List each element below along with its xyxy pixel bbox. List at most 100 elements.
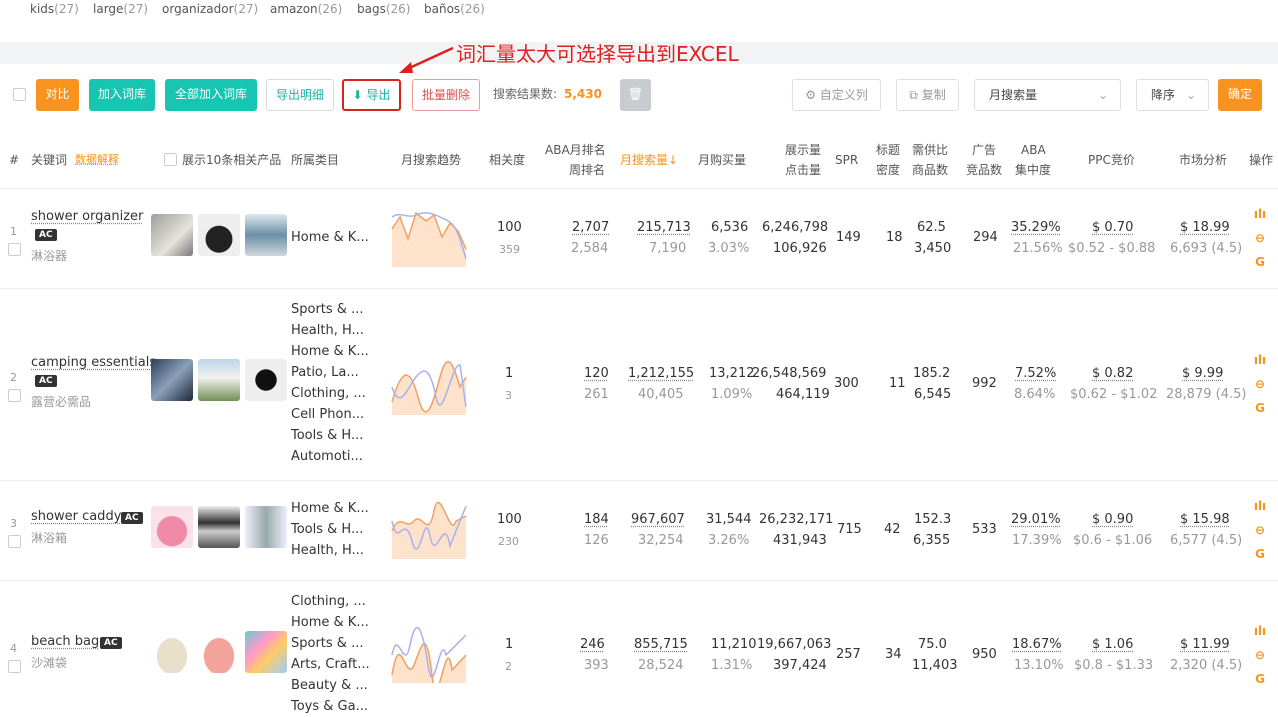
copy-button[interactable]: ⧉ 复制 xyxy=(896,79,959,111)
col-relevance[interactable]: 相关度 xyxy=(489,150,525,170)
google-icon[interactable]: G xyxy=(1253,547,1267,561)
trend-sparkline[interactable] xyxy=(390,625,468,683)
export-detail-button[interactable]: 导出明细 xyxy=(266,79,334,111)
select-all-checkbox[interactable] xyxy=(13,88,26,101)
sort-order-select[interactable]: 降序 ⌄ xyxy=(1136,79,1209,111)
col-title-density[interactable]: 标题 xyxy=(876,140,900,160)
col-supply-demand[interactable]: 需供比 xyxy=(912,140,948,160)
col-clicks[interactable]: 点击量 xyxy=(785,160,821,180)
keyword-link[interactable]: camping essentials xyxy=(31,355,156,370)
col-spr[interactable]: SPR xyxy=(835,150,858,170)
col-aba-concentration[interactable]: ABA xyxy=(1021,140,1046,160)
keyword-link[interactable]: shower organizer xyxy=(31,209,143,224)
category-list: Home & K... Tools & H... Health, H... xyxy=(291,498,369,561)
keyword-link[interactable]: beach bag xyxy=(31,634,99,649)
google-icon[interactable]: G xyxy=(1253,255,1267,269)
ac-badge: AC xyxy=(121,512,143,524)
category-list: Home & K... xyxy=(291,227,369,248)
category-list: Clothing, ... Home & K... Sports & ... Art… xyxy=(291,591,370,717)
tag-organizador[interactable]: organizador(27) xyxy=(162,2,258,16)
copy-icon: ⧉ xyxy=(909,88,918,102)
data-explain-link[interactable]: 数据解释 xyxy=(75,150,119,170)
table-row[interactable]: 3 shower caddy AC 淋浴箱 Home & K... Tools … xyxy=(0,480,1278,580)
trend-sparkline[interactable] xyxy=(390,209,468,267)
google-icon[interactable]: G xyxy=(1253,401,1267,415)
product-image[interactable] xyxy=(198,214,240,256)
result-count: 5,430 xyxy=(564,79,602,111)
col-monthly-buy[interactable]: 月购买量 xyxy=(698,150,746,170)
col-ads[interactable]: 广告 xyxy=(972,140,996,160)
product-image[interactable] xyxy=(151,631,193,673)
keyword-link[interactable]: shower caddy xyxy=(31,509,121,524)
table-row[interactable]: 4 beach bag AC 沙滩袋 Clothing, ... Home & K… xyxy=(0,580,1278,706)
row-checkbox[interactable] xyxy=(8,243,21,256)
tag-amazon[interactable]: amazon(26) xyxy=(270,2,342,16)
tag-bags[interactable]: bags(26) xyxy=(357,2,410,16)
col-index: # xyxy=(9,150,19,170)
product-images xyxy=(151,631,287,673)
category-list: Sports & ... Health, H... Home & K... Pati… xyxy=(291,299,369,467)
chat-icon[interactable]: ⊖ xyxy=(1253,523,1267,537)
bar-chart-icon[interactable]: ılı xyxy=(1253,207,1267,221)
row-actions: ılı ⊖ G xyxy=(1253,353,1267,425)
col-ppc: PPC竞价 xyxy=(1088,150,1135,170)
col-market: 市场分析 xyxy=(1179,150,1227,170)
delete-button[interactable]: 🗑 xyxy=(620,79,651,111)
export-button[interactable]: ⬇ 导出 xyxy=(342,79,401,111)
product-image[interactable] xyxy=(245,506,287,548)
table-header: # 关键词 数据解释 展示10条相关产品 所属类目 月搜索趋势 相关度 ABA月… xyxy=(0,136,1278,188)
tag-banos[interactable]: baños(26) xyxy=(424,2,485,16)
product-image[interactable] xyxy=(151,214,193,256)
ac-badge: AC xyxy=(35,375,57,387)
col-aba-week[interactable]: 周排名 xyxy=(569,160,605,180)
trend-sparkline[interactable] xyxy=(390,501,468,559)
gear-icon: ⚙ xyxy=(805,88,816,102)
col-category: 所属类目 xyxy=(291,150,339,170)
product-image[interactable] xyxy=(198,359,240,401)
row-checkbox[interactable] xyxy=(8,535,21,548)
compare-button[interactable]: 对比 xyxy=(36,79,79,111)
bar-chart-icon[interactable]: ılı xyxy=(1253,499,1267,513)
google-icon[interactable]: G xyxy=(1253,672,1267,686)
row-checkbox[interactable] xyxy=(8,660,21,673)
add-all-to-library-button[interactable]: 全部加入词库 xyxy=(165,79,257,111)
row-actions: ılı ⊖ G xyxy=(1253,207,1267,279)
product-image[interactable] xyxy=(151,506,193,548)
chat-icon[interactable]: ⊖ xyxy=(1253,377,1267,391)
related-words-strip: kids(27) large(27) organizador(27) amazo… xyxy=(0,0,1278,20)
confirm-button[interactable]: 确定 xyxy=(1218,79,1262,111)
tag-large[interactable]: large(27) xyxy=(93,2,148,16)
col-keyword[interactable]: 关键词 xyxy=(31,150,67,170)
col-impressions[interactable]: 展示量 xyxy=(785,140,821,160)
custom-columns-button[interactable]: ⚙ 自定义列 xyxy=(792,79,881,111)
tag-kids[interactable]: kids(27) xyxy=(30,2,79,16)
table-row[interactable]: 1 shower organizer AC 淋浴器 Home & K... 10… xyxy=(0,188,1278,288)
product-image[interactable] xyxy=(151,359,193,401)
col-ops: 操作 xyxy=(1249,150,1273,170)
product-image[interactable] xyxy=(198,506,240,548)
product-image[interactable] xyxy=(245,631,287,673)
bar-chart-icon[interactable]: ılı xyxy=(1253,624,1267,638)
product-image[interactable] xyxy=(198,631,240,673)
row-checkbox[interactable] xyxy=(8,389,21,402)
col-monthly-search[interactable]: 月搜索量↓ xyxy=(620,150,678,170)
toolbar: 对比 加入词库 全部加入词库 导出明细 ⬇ 导出 批量删除 搜索结果数: 5,4… xyxy=(0,64,1278,128)
col-trend: 月搜索趋势 xyxy=(401,150,461,170)
product-images xyxy=(151,506,287,548)
product-image[interactable] xyxy=(245,359,287,401)
product-image[interactable] xyxy=(245,214,287,256)
table-row[interactable]: 2 camping essentials AC 露营必需品 Sports & .… xyxy=(0,288,1278,480)
sort-field-select[interactable]: 月搜索量 ⌄ xyxy=(974,79,1121,111)
bar-chart-icon[interactable]: ılı xyxy=(1253,353,1267,367)
col-aba-month[interactable]: ABA月排名 xyxy=(545,140,606,160)
trend-sparkline[interactable] xyxy=(390,357,468,415)
add-to-library-button[interactable]: 加入词库 xyxy=(89,79,155,111)
result-count-label: 搜索结果数: xyxy=(493,79,557,111)
show10-checkbox[interactable] xyxy=(164,153,177,166)
batch-delete-button[interactable]: 批量删除 xyxy=(412,79,480,111)
chat-icon[interactable]: ⊖ xyxy=(1253,648,1267,662)
chat-icon[interactable]: ⊖ xyxy=(1253,231,1267,245)
trash-icon: 🗑 xyxy=(628,87,643,101)
row-actions: ılı ⊖ G xyxy=(1253,499,1267,571)
chevron-down-icon: ⌄ xyxy=(1186,80,1196,110)
